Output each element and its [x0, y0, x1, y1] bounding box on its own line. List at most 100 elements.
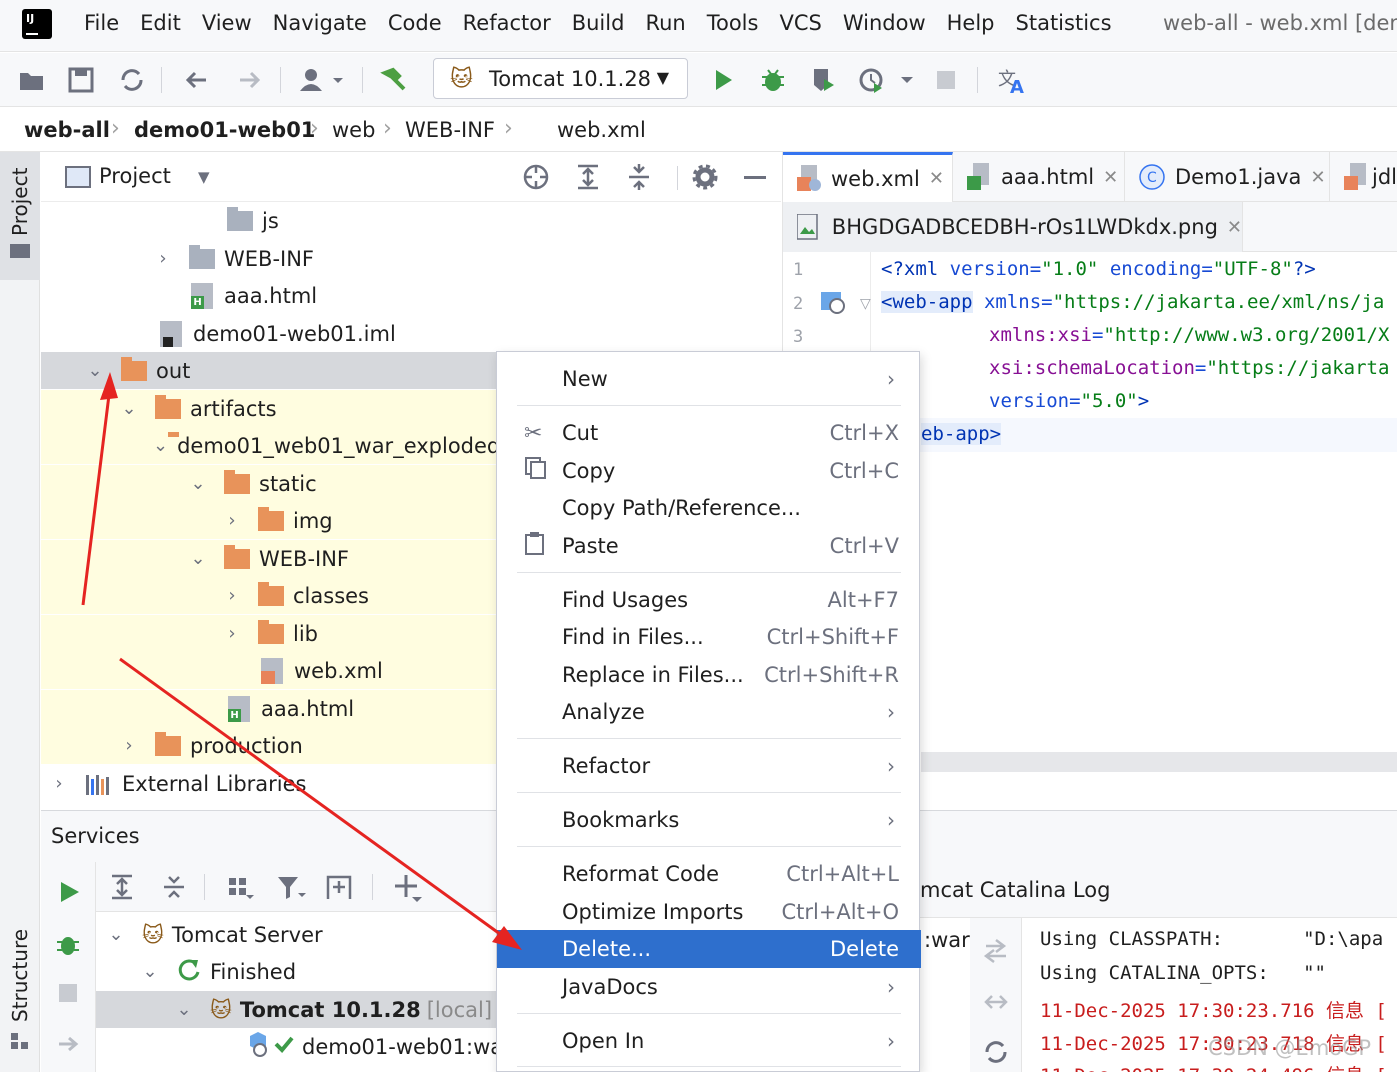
project-view-title[interactable]: Project [99, 164, 171, 188]
menu-item-cut[interactable]: ✂ Cut Ctrl+X [497, 414, 921, 452]
tree-item[interactable]: ⌄ WEB-INF [41, 540, 496, 577]
gear-icon[interactable] [691, 163, 719, 196]
chevron-right-icon[interactable]: › [119, 735, 139, 756]
tree-item[interactable]: › lib [41, 615, 496, 652]
menu-item-delete[interactable]: Delete... Delete [497, 930, 921, 968]
menu-navigate[interactable]: Navigate [273, 11, 367, 35]
chevron-right-icon[interactable]: › [222, 585, 242, 606]
sync-icon[interactable] [117, 65, 147, 95]
run-icon[interactable] [708, 65, 738, 95]
menu-statistics[interactable]: Statistics [1016, 11, 1112, 35]
tree-item[interactable]: ⌄ static [41, 465, 496, 502]
menu-item-new[interactable]: New › [497, 360, 921, 398]
tab-web-xml[interactable]: web.xml ✕ [783, 152, 953, 202]
menu-item-analyze[interactable]: Analyze › [497, 693, 921, 731]
menu-item-copy[interactable]: Copy Ctrl+C [497, 452, 921, 490]
chevron-right-icon[interactable]: › [222, 510, 242, 531]
tab-catalina-log[interactable]: mcat Catalina Log [920, 878, 1110, 902]
fold-icon[interactable]: ▽ [860, 296, 871, 312]
menu-edit[interactable]: Edit [140, 11, 181, 35]
menu-item-find-in-files[interactable]: Find in Files... Ctrl+Shift+F [497, 618, 921, 656]
tree-item-artifact[interactable]: demo01-web01:wa [96, 1028, 503, 1065]
tree-item-tomcat-server[interactable]: ⌄ 🐱 Tomcat Server [96, 916, 496, 953]
collapse-all-icon[interactable] [160, 873, 188, 906]
tab-jdl[interactable]: jdl [1330, 152, 1397, 202]
tree-item[interactable]: ⌄ demo01_web01_war_exploded [41, 427, 500, 464]
menu-file[interactable]: File [84, 11, 119, 35]
horizontal-scrollbar[interactable] [921, 752, 1397, 772]
breadcrumb-web-inf[interactable]: WEB-INF [405, 118, 495, 142]
tree-item-out-selected[interactable]: ⌄ out [41, 352, 496, 389]
menu-item-copy-path[interactable]: Copy Path/Reference... [497, 489, 921, 527]
group-by-icon[interactable] [226, 873, 254, 906]
tree-item[interactable]: aaa.html [41, 690, 496, 727]
chevron-down-icon[interactable]: ⌄ [188, 548, 208, 569]
breadcrumb-demo01-web01[interactable]: demo01-web01 [134, 118, 315, 142]
close-icon[interactable]: ✕ [1227, 217, 1242, 238]
add-icon[interactable] [394, 873, 424, 908]
breadcrumb-web[interactable]: web [332, 118, 375, 142]
chevron-down-icon[interactable]: ▼ [198, 168, 210, 186]
menu-refactor[interactable]: Refactor [463, 11, 551, 35]
tab-demo1-java[interactable]: C Demo1.java ✕ [1125, 152, 1330, 202]
debug-icon[interactable] [55, 930, 81, 963]
chevron-down-icon[interactable]: ⌄ [153, 435, 168, 456]
refresh-icon[interactable] [982, 1038, 1010, 1071]
run-with-coverage-icon[interactable] [808, 65, 838, 95]
save-icon[interactable] [66, 65, 96, 95]
chevron-down-icon[interactable]: ⌄ [106, 924, 126, 945]
tab-png[interactable]: BHGDGADBCEDBH-rOs1LWDkdx.png ✕ [783, 202, 1243, 252]
project-tool-tab[interactable]: Project [0, 152, 40, 280]
stop-icon[interactable] [931, 65, 961, 95]
user-dropdown-icon[interactable] [297, 65, 349, 95]
close-icon[interactable]: ✕ [1310, 167, 1325, 188]
menu-item-refactor[interactable]: Refactor › [497, 747, 921, 785]
stop-icon[interactable] [59, 984, 77, 1002]
breadcrumb-web-xml[interactable]: web.xml [557, 118, 646, 142]
translate-icon[interactable]: 文A [996, 65, 1026, 98]
menu-item-paste[interactable]: Paste Ctrl+V [497, 527, 921, 565]
back-arrow-icon[interactable] [182, 65, 212, 95]
chevron-down-icon[interactable]: ⌄ [188, 473, 208, 494]
structure-tool-label[interactable]: Structure [8, 929, 32, 1022]
filter-icon[interactable] [276, 873, 306, 906]
menu-help[interactable]: Help [947, 11, 995, 35]
chevron-down-icon[interactable]: ⌄ [174, 999, 194, 1020]
menu-build[interactable]: Build [572, 11, 625, 35]
tree-item[interactable]: ⌄ artifacts [41, 390, 496, 427]
menu-run[interactable]: Run [645, 11, 685, 35]
run-icon[interactable] [57, 880, 81, 909]
forward-arrow-icon[interactable] [234, 65, 264, 95]
expand-all-icon[interactable] [574, 163, 602, 196]
tree-item[interactable]: › production [41, 727, 496, 764]
open-folder-icon[interactable] [17, 65, 47, 95]
tree-item-finished[interactable]: ⌄ Finished [96, 953, 496, 990]
chevron-right-icon[interactable]: › [153, 248, 173, 269]
scroll-to-end-icon[interactable] [982, 988, 1010, 1021]
menu-item-bookmarks[interactable]: Bookmarks › [497, 801, 921, 839]
menu-item-optimize-imports[interactable]: Optimize Imports Ctrl+Alt+O [497, 893, 921, 931]
menu-window[interactable]: Window [843, 11, 926, 35]
chevron-right-icon[interactable]: › [49, 773, 69, 794]
expand-all-icon[interactable] [108, 873, 136, 906]
debug-icon[interactable] [758, 65, 788, 95]
run-configuration-select[interactable]: 🐱 Tomcat 10.1.28 ▼ [433, 58, 688, 99]
breadcrumb-web-all[interactable]: web-all [24, 118, 110, 142]
tree-item[interactable]: › WEB-INF [41, 240, 781, 277]
menu-item-reformat-code[interactable]: Reformat Code Ctrl+Alt+L [497, 855, 921, 893]
chevron-down-icon[interactable]: ⌄ [119, 398, 139, 419]
locate-target-icon[interactable] [522, 163, 550, 196]
tree-item[interactable]: demo01-web01.iml [41, 315, 781, 352]
chevron-right-icon[interactable]: › [222, 623, 242, 644]
menu-view[interactable]: View [202, 11, 252, 35]
soft-wrap-icon[interactable] [982, 936, 1010, 969]
menu-item-open-in[interactable]: Open In › [497, 1022, 921, 1060]
tree-item[interactable]: js [41, 202, 781, 239]
tree-item-tomcat-instance[interactable]: ⌄ 🐱 Tomcat 10.1.28 [local] [96, 991, 496, 1028]
chevron-down-icon[interactable]: ⌄ [85, 360, 105, 381]
menu-item-find-usages[interactable]: Find Usages Alt+F7 [497, 581, 921, 619]
tree-item[interactable]: › img [41, 502, 496, 539]
tree-item[interactable]: web.xml [41, 652, 496, 689]
menu-tools[interactable]: Tools [707, 11, 759, 35]
close-icon[interactable]: ✕ [1103, 167, 1118, 188]
